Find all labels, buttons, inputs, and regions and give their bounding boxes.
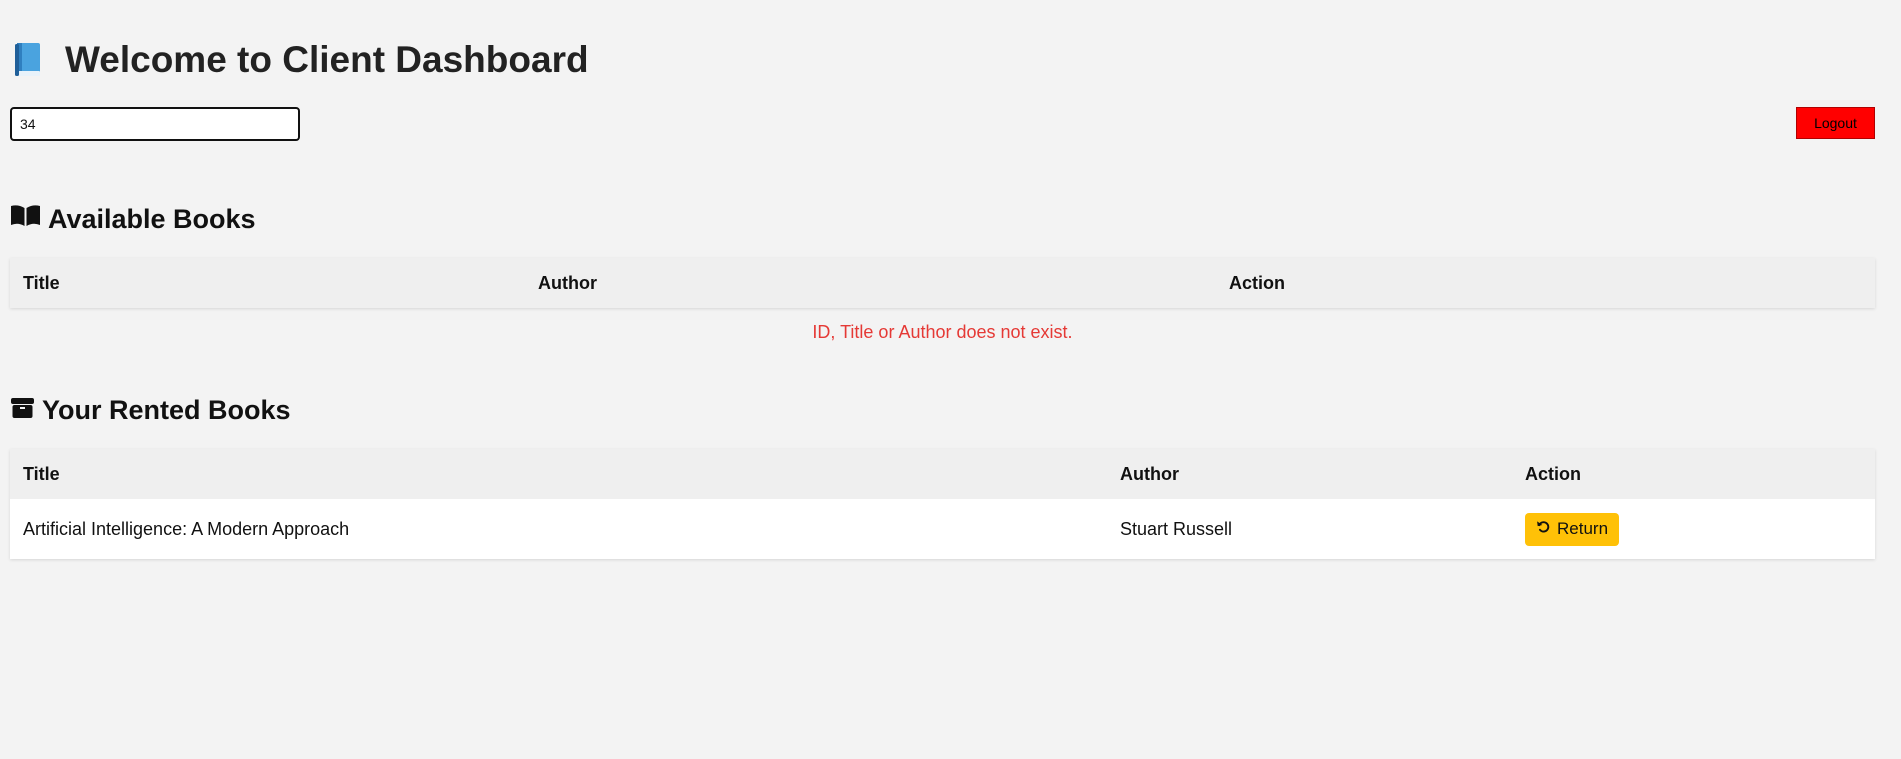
column-header-title: Title xyxy=(10,449,1107,499)
table-header-row: Title Author Action xyxy=(10,449,1875,499)
book-action-cell: Return xyxy=(1512,499,1875,559)
table-header-row: Title Author Action xyxy=(10,258,1875,308)
column-header-author: Author xyxy=(1107,449,1512,499)
available-books-heading: Available Books xyxy=(10,202,256,236)
logout-button[interactable]: Logout xyxy=(1796,107,1875,139)
column-header-author: Author xyxy=(525,258,1216,308)
open-book-icon xyxy=(10,204,41,235)
column-header-action: Action xyxy=(1512,449,1875,499)
table-row: Artificial Intelligence: A Modern Approa… xyxy=(10,499,1875,559)
page-title: Welcome to Client Dashboard xyxy=(14,36,589,84)
column-header-action: Action xyxy=(1216,258,1875,308)
rented-books-table: Title Author Action Artificial Intellige… xyxy=(10,449,1875,559)
available-books-table: Title Author Action xyxy=(10,258,1875,308)
return-button[interactable]: Return xyxy=(1525,512,1620,546)
return-button-label: Return xyxy=(1557,519,1609,538)
rented-books-heading: Your Rented Books xyxy=(10,393,291,427)
book-author-cell: Stuart Russell xyxy=(1107,499,1512,559)
box-icon xyxy=(10,395,35,426)
available-books-heading-text: Available Books xyxy=(48,203,256,234)
no-results-message: ID, Title or Author does not exist. xyxy=(812,322,1073,342)
rented-books-heading-text: Your Rented Books xyxy=(42,394,291,425)
undo-icon xyxy=(1536,519,1551,539)
page-title-text: Welcome to Client Dashboard xyxy=(65,39,589,80)
search-input[interactable] xyxy=(10,107,300,141)
column-header-title: Title xyxy=(10,258,525,308)
book-title-cell: Artificial Intelligence: A Modern Approa… xyxy=(10,499,1107,559)
client-dashboard-page: Welcome to Client Dashboard Logout Avail… xyxy=(0,0,1901,759)
blue-book-icon xyxy=(14,42,42,78)
